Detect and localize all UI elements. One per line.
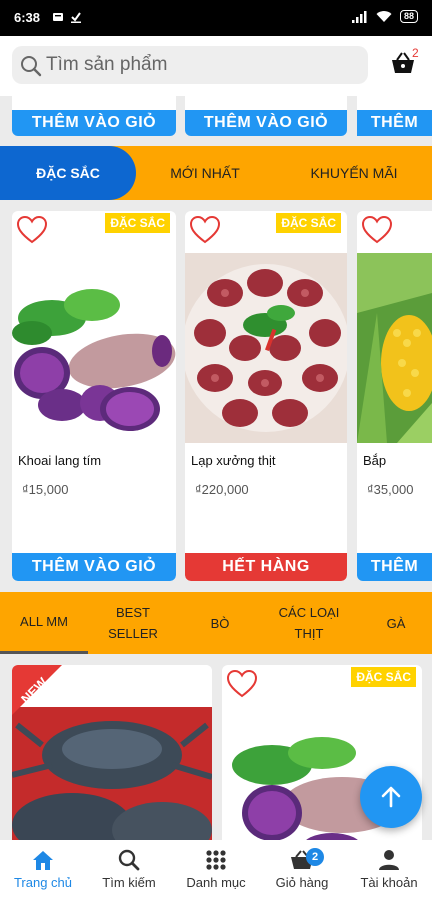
tab-cac-loai-thit[interactable]: CÁC LOẠI THỊT xyxy=(270,592,348,654)
search-input[interactable] xyxy=(46,46,356,84)
nav-label: Trang chủ xyxy=(13,875,73,890)
product-price: ₫220,000 xyxy=(195,482,249,497)
home-icon xyxy=(33,851,53,870)
grid-icon xyxy=(206,850,226,870)
product-image-corn xyxy=(357,253,432,443)
message-icon xyxy=(53,13,63,21)
product-image-sausage xyxy=(185,253,347,443)
search-icon xyxy=(21,56,42,77)
download-done-icon xyxy=(71,12,81,23)
product-card[interactable]: NEW xyxy=(12,665,212,855)
nav-label: Giỏ hàng xyxy=(275,875,329,890)
sold-out-button[interactable]: HẾT HÀNG xyxy=(185,553,347,581)
arrow-up-icon xyxy=(381,786,401,808)
wifi-icon xyxy=(376,10,392,22)
product-image-purple-sweet-potato xyxy=(12,253,176,443)
product-name: Khoai lang tím xyxy=(18,453,102,468)
cart-button[interactable]: 2 xyxy=(390,46,420,80)
tab-bo[interactable]: BÒ xyxy=(190,592,250,654)
featured-badge: ĐẶC SẮC xyxy=(276,213,341,233)
app-screen: 6:38 88 2 THÊM VÀO GIỎ THÊM VÀO GIỎ THÊM xyxy=(0,0,432,900)
product-image-crab: NEW xyxy=(12,665,212,855)
filter-tabs: ALL MM BEST SELLER BÒ CÁC LOẠI THỊT GÀ xyxy=(0,592,432,654)
scroll-to-top-button[interactable] xyxy=(360,766,422,828)
product-card: THÊM VÀO GIỎ xyxy=(12,96,176,136)
nav-account[interactable]: Tài khoản xyxy=(346,840,432,900)
nav-categories[interactable]: Danh mục xyxy=(173,840,259,900)
product-card[interactable]: Bắp ₫35,000 THÊM xyxy=(357,211,432,581)
product-card[interactable]: ĐẶC SẮC Lạp xưởng thịt ₫220,000 HẾT HÀNG xyxy=(185,211,347,581)
featured-badge: ĐẶC SẮC xyxy=(105,213,170,233)
tab-moi-nhat[interactable]: MỚI NHẤT xyxy=(146,146,264,200)
product-name: Bắp xyxy=(363,453,387,468)
heart-icon[interactable] xyxy=(226,669,258,699)
add-to-cart-button[interactable]: THÊM xyxy=(357,110,432,136)
product-price: ₫35,000 xyxy=(367,482,414,497)
tab-khuyen-mai[interactable]: KHUYẾN MÃI xyxy=(292,146,416,200)
add-to-cart-button[interactable]: THÊM VÀO GIỎ xyxy=(12,110,176,136)
category-tabs: ĐẶC SẮC MỚI NHẤT KHUYẾN MÃI xyxy=(0,146,432,200)
product-card[interactable]: ĐẶC SẮC Khoai lang tím ₫15,000 THÊM VÀO … xyxy=(12,211,176,581)
tab-ga[interactable]: GÀ xyxy=(370,592,422,654)
nav-label: Tài khoản xyxy=(360,875,418,890)
nav-label: Danh mục xyxy=(186,875,246,890)
heart-icon[interactable] xyxy=(16,215,48,245)
tab-all-mm[interactable]: ALL MM xyxy=(0,592,88,654)
add-to-cart-button[interactable]: THÊM VÀO GIỎ xyxy=(185,110,347,136)
bottom-navigation: Trang chủ Tìm kiếm Danh mục 2 Giỏ hàng T… xyxy=(0,840,432,900)
add-to-cart-button[interactable]: THÊM VÀO GIỎ xyxy=(12,553,176,581)
user-icon xyxy=(379,850,399,870)
cart-count-badge: 2 xyxy=(306,848,324,866)
status-time: 6:38 xyxy=(14,10,41,25)
search-header: 2 xyxy=(0,36,432,96)
status-bar: 6:38 88 xyxy=(0,0,432,36)
nav-home[interactable]: Trang chủ xyxy=(0,840,86,900)
heart-icon[interactable] xyxy=(361,215,393,245)
tab-best-seller[interactable]: BEST SELLER xyxy=(100,592,166,654)
previous-product-row: THÊM VÀO GIỎ THÊM VÀO GIỎ THÊM xyxy=(0,96,432,136)
product-name: Lạp xưởng thịt xyxy=(191,453,276,468)
heart-icon[interactable] xyxy=(189,215,221,245)
nav-search[interactable]: Tìm kiếm xyxy=(86,840,172,900)
nav-label: Tìm kiếm xyxy=(102,875,156,890)
nav-cart[interactable]: 2 Giỏ hàng xyxy=(259,840,345,900)
tab-dac-sac[interactable]: ĐẶC SẮC xyxy=(0,146,136,200)
search-bar[interactable] xyxy=(12,46,368,84)
cart-count: 2 xyxy=(412,46,419,60)
featured-badge: ĐẶC SẮC xyxy=(351,667,416,687)
product-price: ₫15,000 xyxy=(22,482,69,497)
product-card: THÊM xyxy=(357,96,432,136)
battery-indicator: 88 xyxy=(399,10,418,23)
product-card: THÊM VÀO GIỎ xyxy=(185,96,347,136)
add-to-cart-button[interactable]: THÊM xyxy=(357,553,432,581)
search-icon xyxy=(118,849,140,871)
signal-icon xyxy=(351,10,367,23)
